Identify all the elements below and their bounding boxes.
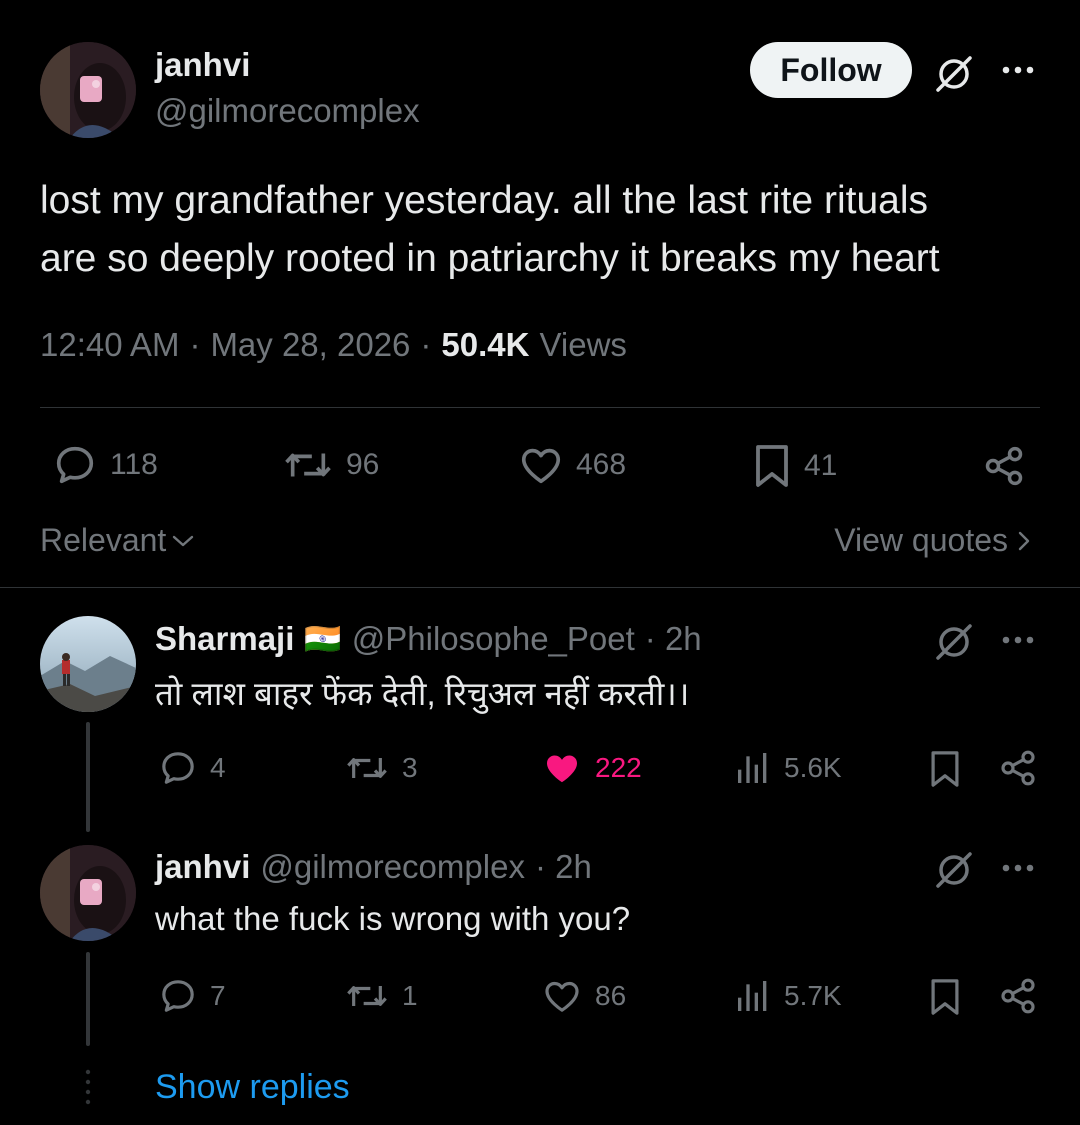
heart-icon: [545, 981, 579, 1012]
grok-icon[interactable]: [932, 848, 976, 892]
retweet-icon: [347, 986, 387, 1006]
grok-icon[interactable]: [932, 620, 976, 664]
bookmark-icon[interactable]: [928, 976, 962, 1018]
like-count: 468: [576, 448, 627, 481]
india-flag-icon: 🇮🇳: [304, 622, 342, 656]
thread-line: [86, 722, 90, 832]
more-options-icon[interactable]: [1000, 628, 1040, 652]
like-count: 222: [595, 752, 642, 783]
follow-button[interactable]: Follow: [750, 42, 912, 98]
reply-header: janhvi @gilmorecomplex · 2h: [155, 848, 592, 886]
reply-author-handle[interactable]: @Philosophe_Poet: [352, 620, 635, 658]
views-count: 5.6K: [784, 752, 842, 783]
views-action[interactable]: 5.7K: [734, 976, 842, 1016]
sort-label: Relevant: [40, 522, 167, 558]
bookmark-icon: [756, 445, 788, 487]
thread-line: [86, 952, 90, 1046]
avatar-image: [40, 616, 136, 712]
like-action[interactable]: 86: [541, 976, 626, 1016]
avatar-janhvi[interactable]: [40, 845, 136, 941]
author-handle[interactable]: @gilmorecomplex: [155, 92, 420, 130]
tweet-date[interactable]: May 28, 2026: [210, 326, 410, 364]
analytics-icon: [738, 753, 767, 783]
avatar-janhvi[interactable]: [40, 42, 136, 138]
retweet-action[interactable]: 3: [344, 748, 418, 788]
like-action[interactable]: 222: [541, 748, 642, 788]
like-count: 86: [595, 980, 627, 1011]
avatar-image: [40, 42, 136, 138]
meta-separator: ·: [189, 326, 201, 363]
reply-count: 4: [210, 752, 226, 783]
bookmark-icon[interactable]: [928, 748, 962, 790]
retweet-count: 96: [346, 448, 380, 481]
bookmark-action[interactable]: 41: [752, 442, 837, 490]
more-options-icon[interactable]: [1000, 856, 1040, 880]
reply-count: 118: [110, 448, 158, 481]
show-replies-link[interactable]: Show replies: [155, 1068, 350, 1107]
views-label: Views: [539, 326, 627, 363]
views-count: 5.7K: [784, 980, 842, 1011]
share-icon[interactable]: [998, 748, 1038, 788]
reply-time[interactable]: · 2h: [645, 620, 702, 658]
views-action[interactable]: 5.6K: [734, 748, 842, 788]
tweet-text: lost my grandfather yesterday. all the l…: [40, 172, 940, 288]
reply-count: 7: [210, 980, 226, 1011]
divider: [40, 407, 1040, 408]
thread-dots: [84, 1068, 92, 1113]
tweet-meta: 12:40 AM · May 28, 2026 · 50.4K Views: [40, 326, 627, 364]
reply-icon: [162, 752, 194, 784]
retweet-icon: [285, 453, 331, 477]
reply-author-handle[interactable]: @gilmorecomplex: [260, 848, 525, 886]
avatar-image: [40, 845, 136, 941]
reply-header: Sharmaji 🇮🇳 @Philosophe_Poet · 2h: [155, 620, 702, 658]
meta-separator: ·: [420, 326, 432, 363]
reply-text: what the fuck is wrong with you?: [155, 900, 631, 937]
tweet-text-line: lost my grandfather yesterday. all the l…: [40, 179, 928, 222]
share-icon[interactable]: [998, 976, 1038, 1016]
avatar-sharmaji[interactable]: [40, 616, 136, 712]
reply-action[interactable]: 7: [158, 976, 226, 1016]
heart-icon: [521, 448, 561, 484]
chevron-down-icon: [173, 535, 194, 546]
reply-icon: [162, 980, 194, 1012]
reply-action[interactable]: 118: [52, 442, 158, 488]
chevron-right-icon: [1018, 531, 1030, 550]
view-quotes-label: View quotes: [834, 522, 1008, 558]
reply-text: तो लाश बाहर फेंक देती, रिचुअल नहीं करती।…: [155, 675, 690, 712]
retweet-action[interactable]: 96: [282, 442, 379, 488]
like-action[interactable]: 468: [518, 442, 626, 488]
retweet-count: 3: [402, 752, 418, 783]
divider: [0, 587, 1080, 588]
sort-dropdown[interactable]: Relevant: [40, 522, 196, 559]
analytics-icon: [738, 981, 767, 1011]
more-options-icon[interactable]: [1000, 58, 1040, 82]
author-name[interactable]: janhvi: [155, 46, 250, 84]
view-quotes-link[interactable]: View quotes: [834, 522, 1032, 559]
reply-icon: [56, 446, 94, 484]
share-icon[interactable]: [982, 444, 1026, 488]
reply-action[interactable]: 4: [158, 748, 226, 788]
views-count[interactable]: 50.4K: [441, 326, 529, 364]
heart-filled-icon: [547, 755, 577, 783]
retweet-icon: [347, 758, 387, 778]
tweet-time[interactable]: 12:40 AM: [40, 326, 179, 364]
retweet-count: 1: [402, 980, 418, 1011]
reply-time[interactable]: · 2h: [535, 848, 592, 886]
reply-author-name[interactable]: Sharmaji: [155, 620, 294, 658]
grok-icon[interactable]: [932, 52, 976, 96]
bookmark-count: 41: [804, 449, 838, 482]
tweet-text-line: are so deeply rooted in patriarchy it br…: [40, 237, 940, 280]
retweet-action[interactable]: 1: [344, 976, 418, 1016]
reply-author-name[interactable]: janhvi: [155, 848, 250, 886]
